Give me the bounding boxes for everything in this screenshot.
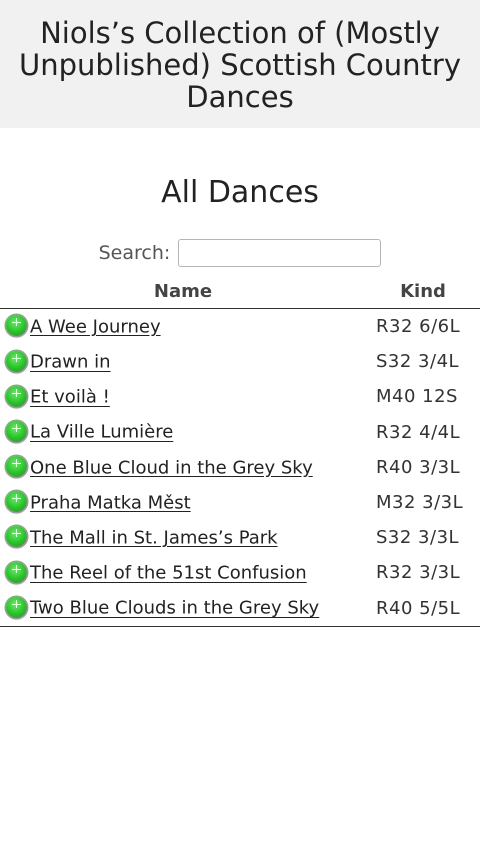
dance-link[interactable]: The Reel of the 51st Confusion [30,563,307,584]
name-cell: The Mall in St. James’s Park [0,520,366,555]
table-row: Et voilà ! M40 12S [0,379,480,414]
search-input[interactable] [178,239,382,267]
table-row: The Reel of the 51st Confusion R32 3/3L [0,555,480,590]
add-plus-icon[interactable] [6,526,27,548]
name-cell: Two Blue Clouds in the Grey Sky [0,590,366,627]
table-header-row: Name Kind [0,274,480,309]
table-row: One Blue Cloud in the Grey Sky R40 3/3L [0,450,480,485]
kind-cell: S32 3/4L [376,351,460,373]
table-row: La Ville Lumière R32 4/4L [0,415,480,450]
dance-link[interactable]: One Blue Cloud in the Grey Sky [30,457,313,478]
dance-link[interactable]: Et voilà ! [30,387,110,408]
dance-link[interactable]: La Ville Lumière [30,422,173,443]
kind-cell: R40 5/5L [366,590,480,627]
add-plus-icon[interactable] [6,350,27,372]
site-header: Niols’s Collection of (Mostly Unpublishe… [0,0,480,128]
name-cell: Praha Matka Měst [0,485,366,520]
column-header-kind[interactable]: Kind [366,274,480,309]
dance-link[interactable]: Drawn in [30,352,111,373]
name-cell: The Reel of the 51st Confusion [0,555,366,590]
name-cell: La Ville Lumière [0,415,366,450]
search-label: Search: [98,242,171,264]
dance-link[interactable]: Two Blue Clouds in the Grey Sky [30,598,319,619]
table-row: Praha Matka Měst M32 3/3L [0,485,480,520]
kind-cell: S32 3/3L [376,527,460,549]
name-cell: One Blue Cloud in the Grey Sky [0,450,366,485]
kind-cell: R32 3/3L [376,562,461,584]
kind-cell: R32 6/6L [376,316,461,338]
name-cell: Et voilà ! [0,379,366,414]
kind-cell: R32 4/4L [376,421,461,443]
add-plus-icon[interactable] [6,491,27,513]
search-row: Search: [0,239,480,267]
add-plus-icon[interactable] [6,385,27,407]
table-row: Drawn in S32 3/4L [0,344,480,379]
kind-cell: M32 3/3L [376,492,464,514]
dance-table: Name Kind A Wee Journey R32 6/6L Drawn i… [0,274,480,627]
add-plus-icon[interactable] [6,596,27,618]
add-plus-icon[interactable] [6,420,27,442]
site-title: Niols’s Collection of (Mostly Unpublishe… [19,16,461,114]
dance-link[interactable]: The Mall in St. James’s Park [30,527,278,548]
add-plus-icon[interactable] [6,456,27,478]
page-title: All Dances [161,175,319,210]
kind-cell: M40 12S [376,386,458,408]
add-plus-icon[interactable] [6,561,27,583]
name-cell: A Wee Journey [0,309,366,345]
dance-link[interactable]: Praha Matka Měst [30,492,191,513]
table-row: The Mall in St. James’s Park S32 3/3L [0,520,480,555]
table-row: A Wee Journey R32 6/6L [0,309,480,345]
table-row: Two Blue Clouds in the Grey Sky R40 5/5L [0,590,480,627]
name-cell: Drawn in [0,344,366,379]
add-plus-icon[interactable] [6,315,27,337]
kind-cell: R40 3/3L [376,456,461,478]
column-header-name[interactable]: Name [0,274,366,309]
dance-link[interactable]: A Wee Journey [30,316,161,337]
